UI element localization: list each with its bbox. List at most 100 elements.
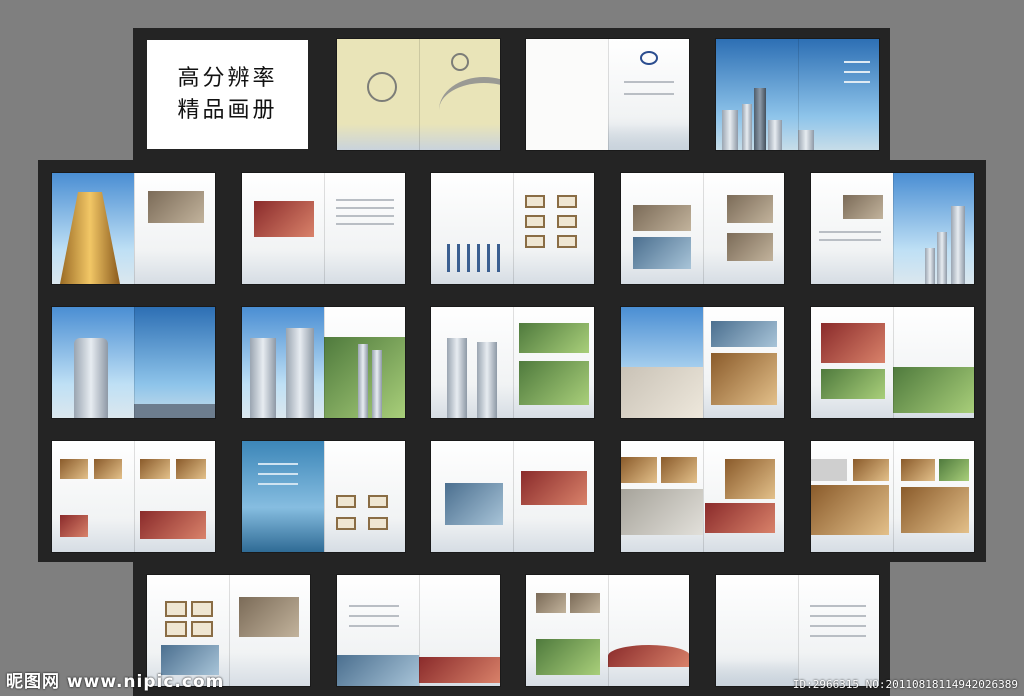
certificate [335,495,356,508]
page [526,39,608,150]
photo [811,485,889,535]
certificate [524,195,545,208]
certificate [165,601,187,617]
aerial-render [621,367,703,418]
title-line-2: 精品画册 [177,97,278,123]
photo [520,471,587,505]
image-id-watermark: ID:2966315 NO:20110818114942026389 [792,678,1018,691]
org-bar [447,244,450,272]
photo [821,323,885,363]
page [702,441,784,552]
spread-cover [337,39,500,150]
page [512,307,594,418]
building [768,120,782,150]
certificate [165,621,187,637]
page [431,441,513,552]
photo [175,459,206,479]
page [512,173,594,284]
skyline-graphic [607,124,689,150]
text-line [809,625,866,627]
page [702,307,784,418]
page [621,441,703,552]
certificate [191,621,213,637]
spread [242,441,405,552]
tower [74,338,108,418]
residential-tower [447,338,467,418]
photo [621,489,703,535]
page [716,575,798,686]
page [133,441,215,552]
spread [621,307,784,418]
fold-line [797,575,799,686]
fold-line [892,441,894,552]
page [892,441,974,552]
certificate [367,495,388,508]
photo [254,201,314,237]
certificate [524,235,545,248]
certificate [335,517,356,530]
page [418,575,500,686]
photo [94,459,122,479]
text-line [335,199,394,201]
page [133,173,215,284]
text-line [819,239,881,241]
photo [821,369,885,399]
photo [704,503,775,533]
spread [621,173,784,284]
fold-line [892,173,894,284]
page [811,307,893,418]
page [797,39,879,150]
page [323,173,405,284]
skyline-graphic [418,124,500,150]
fold-line [607,39,609,150]
building [371,350,382,418]
photo [843,195,883,219]
page [52,441,134,552]
text-line [258,463,298,465]
company-logo-icon [639,51,658,65]
spread [52,307,215,418]
photo [139,459,170,479]
text-line [258,483,298,485]
residential-tower [250,338,276,418]
page [512,441,594,552]
spread [431,307,594,418]
certificate [556,195,577,208]
text-line [809,615,866,617]
text-line [809,635,866,637]
photo [726,195,773,223]
photo [633,205,691,231]
fold-line [512,307,514,418]
photo [147,191,204,223]
building [936,232,947,284]
spread [52,441,215,552]
spread [337,575,500,686]
photo [938,459,969,481]
fold-line [702,441,704,552]
photo [445,483,503,525]
photo [900,487,969,533]
spread [52,173,215,284]
building [797,130,814,150]
page [892,307,974,418]
page [52,173,134,284]
bridge [133,404,215,418]
spread-org-chart [431,173,594,284]
spread [811,307,974,418]
fold-line [228,575,230,686]
fold-line [512,441,514,552]
page [607,39,689,150]
flag-graphic [607,645,689,667]
page [228,575,310,686]
photo [853,459,889,481]
fold-line [323,173,325,284]
org-bar [457,244,460,272]
page [621,307,703,418]
photo [710,321,777,347]
building [950,206,965,284]
skyline-graphic [716,660,798,686]
page [418,39,500,150]
org-bar [487,244,490,272]
page [702,173,784,284]
text-line [335,223,394,225]
